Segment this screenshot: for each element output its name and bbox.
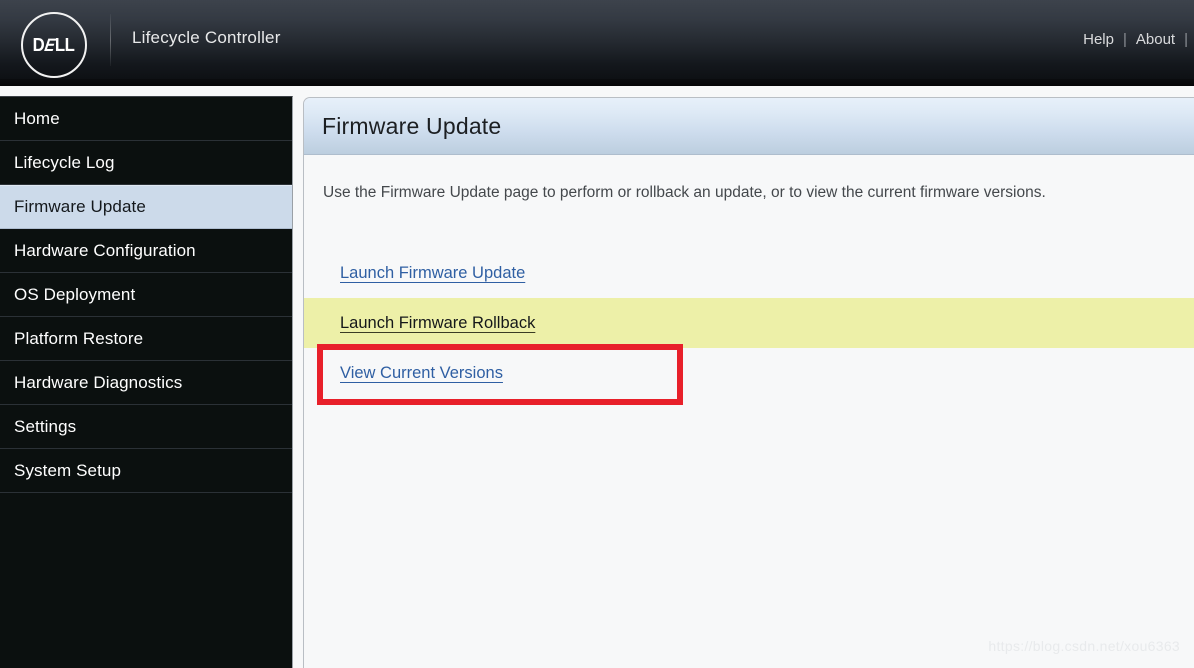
header-link-about[interactable]: About bbox=[1127, 31, 1184, 48]
lifecycle-controller-window: DELL Lifecycle Controller Help | About |… bbox=[0, 0, 1194, 668]
sidebar-nav: Home Lifecycle Log Firmware Update Hardw… bbox=[0, 96, 293, 668]
page-description: Use the Firmware Update page to perform … bbox=[323, 184, 1046, 201]
sidebar-item-label: System Setup bbox=[14, 460, 122, 480]
header-divider bbox=[110, 14, 111, 66]
sidebar-item-label: Settings bbox=[14, 416, 77, 436]
sidebar-item-label: Firmware Update bbox=[14, 197, 146, 216]
sidebar-item-label: Home bbox=[14, 108, 60, 128]
app-title: Lifecycle Controller bbox=[132, 28, 281, 47]
sidebar-item-os-deployment[interactable]: OS Deployment bbox=[0, 273, 292, 317]
sidebar-item-label: Hardware Configuration bbox=[14, 240, 196, 260]
sidebar-item-label: OS Deployment bbox=[14, 284, 136, 304]
sidebar-item-lifecycle-log[interactable]: Lifecycle Log bbox=[0, 141, 292, 185]
link-launch-firmware-rollback[interactable]: Launch Firmware Rollback bbox=[340, 314, 535, 333]
action-link-list: Launch Firmware Update Launch Firmware R… bbox=[304, 248, 1194, 398]
dell-logo-text: DELL bbox=[33, 35, 75, 55]
header-link-exit[interactable]: E bbox=[1188, 31, 1194, 48]
sidebar-item-label: Lifecycle Log bbox=[14, 152, 115, 172]
link-launch-firmware-update[interactable]: Launch Firmware Update bbox=[340, 264, 525, 283]
sidebar-item-system-setup[interactable]: System Setup bbox=[0, 449, 292, 493]
top-header-bar: DELL Lifecycle Controller Help | About |… bbox=[0, 0, 1194, 86]
page-title: Firmware Update bbox=[322, 112, 502, 139]
watermark-text: https://blog.csdn.net/xou6363 bbox=[988, 638, 1180, 654]
sidebar-item-platform-restore[interactable]: Platform Restore bbox=[0, 317, 292, 361]
action-row-view-current-versions: View Current Versions bbox=[304, 348, 1194, 398]
action-row-launch-firmware-update: Launch Firmware Update bbox=[304, 248, 1194, 298]
sidebar-item-firmware-update[interactable]: Firmware Update bbox=[0, 185, 292, 229]
sidebar-item-settings[interactable]: Settings bbox=[0, 405, 292, 449]
header-link-help[interactable]: Help bbox=[1074, 31, 1123, 48]
dell-logo-e-glyph: E bbox=[41, 35, 59, 55]
sidebar-item-hardware-configuration[interactable]: Hardware Configuration bbox=[0, 229, 292, 273]
sidebar-item-label: Platform Restore bbox=[14, 328, 144, 348]
sidebar-item-label: Hardware Diagnostics bbox=[14, 372, 183, 392]
link-view-current-versions[interactable]: View Current Versions bbox=[340, 364, 503, 383]
sidebar-item-hardware-diagnostics[interactable]: Hardware Diagnostics bbox=[0, 361, 292, 405]
page-title-banner: Firmware Update bbox=[304, 98, 1194, 155]
main-content-panel: Firmware Update Use the Firmware Update … bbox=[303, 97, 1194, 668]
action-row-launch-firmware-rollback: Launch Firmware Rollback bbox=[304, 298, 1194, 348]
sidebar-item-home[interactable]: Home bbox=[0, 97, 292, 141]
header-links: Help | About | E bbox=[1074, 31, 1194, 48]
dell-logo: DELL bbox=[21, 12, 87, 78]
